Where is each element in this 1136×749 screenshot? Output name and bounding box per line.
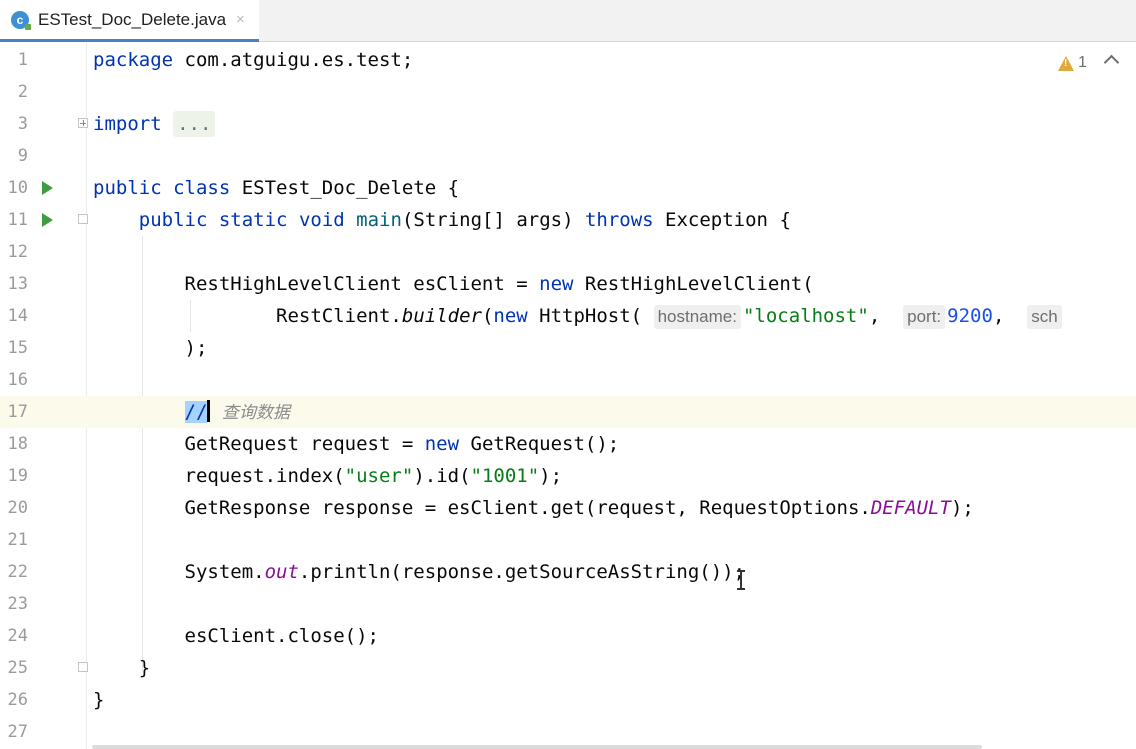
line-number: 1 xyxy=(17,50,28,70)
line-number: 24 xyxy=(7,626,28,646)
code-line[interactable]: 23 xyxy=(0,588,1136,620)
code-line[interactable]: 10 public class ESTest_Doc_Delete { xyxy=(0,172,1136,204)
code-line[interactable]: 25 } xyxy=(0,652,1136,684)
code-line[interactable]: 18 GetRequest request = new GetRequest()… xyxy=(0,428,1136,460)
code-text: ); xyxy=(184,337,208,359)
line-number: 12 xyxy=(7,242,28,262)
code-line[interactable]: 22 System.out.println(response.getSource… xyxy=(0,556,1136,588)
code-text: } xyxy=(138,657,151,679)
code-text: } xyxy=(93,689,105,711)
code-line-current[interactable]: 17 // 查询数据 xyxy=(0,396,1136,428)
code-line[interactable]: 9 xyxy=(0,140,1136,172)
text-caret xyxy=(207,400,211,422)
line-number: 17 xyxy=(7,402,28,422)
folded-imports[interactable]: ... xyxy=(173,111,216,137)
code-line[interactable]: 13 RestHighLevelClient esClient = new Re… xyxy=(0,268,1136,300)
line-number: 26 xyxy=(7,690,28,710)
line-number: 16 xyxy=(7,370,28,390)
code-line[interactable]: 2 xyxy=(0,76,1136,108)
line-number: 21 xyxy=(7,530,28,550)
code-line[interactable]: 14 RestClient.builder(new HttpHost( host… xyxy=(0,300,1136,332)
editor-tab-bar: c ESTest_Doc_Delete.java × xyxy=(0,0,1136,42)
line-number: 27 xyxy=(7,722,28,742)
code-text: // 查询数据 xyxy=(184,400,290,423)
code-line[interactable]: 3 import ... xyxy=(0,108,1136,140)
line-number: 14 xyxy=(7,306,28,326)
code-text: package com.atguigu.es.test; xyxy=(93,49,414,71)
java-class-icon: c xyxy=(11,10,31,30)
code-line[interactable]: 15 ); xyxy=(0,332,1136,364)
fold-end-icon[interactable] xyxy=(78,662,88,672)
code-text: RestClient.builder(new HttpHost( hostnam… xyxy=(93,300,1064,332)
text-cursor-icon xyxy=(737,570,745,592)
line-number: 13 xyxy=(7,274,28,294)
code-line[interactable]: 27 xyxy=(0,716,1136,748)
code-line[interactable]: 1 package com.atguigu.es.test; xyxy=(0,44,1136,76)
parameter-hint: hostname: xyxy=(653,305,741,329)
code-text: RestHighLevelClient esClient = new RestH… xyxy=(184,273,814,295)
fold-expand-icon[interactable] xyxy=(78,118,88,128)
text-selection: // xyxy=(184,401,208,423)
run-icon[interactable] xyxy=(42,181,53,195)
code-text: GetResponse response = esClient.get(requ… xyxy=(184,497,974,519)
code-line[interactable]: 16 xyxy=(0,364,1136,396)
line-number: 18 xyxy=(7,434,28,454)
parameter-hint: sch xyxy=(1027,305,1062,329)
code-text: esClient.close(); xyxy=(184,625,379,647)
parameter-hint: port: xyxy=(903,305,946,329)
line-number: 20 xyxy=(7,498,28,518)
code-line[interactable]: 20 GetResponse response = esClient.get(r… xyxy=(0,492,1136,524)
fold-collapse-icon[interactable] xyxy=(78,214,88,224)
code-line[interactable]: 12 xyxy=(0,236,1136,268)
code-text: public class ESTest_Doc_Delete { xyxy=(93,177,460,199)
run-icon[interactable] xyxy=(42,213,53,227)
line-number: 25 xyxy=(7,658,28,678)
code-line[interactable]: 24 esClient.close(); xyxy=(0,620,1136,652)
line-number: 22 xyxy=(7,562,28,582)
code-text: import ... xyxy=(93,108,216,140)
line-number: 19 xyxy=(7,466,28,486)
code-line[interactable]: 21 xyxy=(0,524,1136,556)
line-number: 15 xyxy=(7,338,28,358)
code-line[interactable]: 26 } xyxy=(0,684,1136,716)
code-text: System.out.println(response.getSourceAsS… xyxy=(184,561,746,583)
line-number: 10 xyxy=(7,178,28,198)
line-number: 11 xyxy=(7,210,28,230)
tab-estest-doc-delete[interactable]: c ESTest_Doc_Delete.java × xyxy=(0,0,259,42)
line-number: 23 xyxy=(7,594,28,614)
line-number: 2 xyxy=(17,82,28,102)
line-number: 9 xyxy=(17,146,28,166)
code-line[interactable]: 19 request.index("user").id("1001"); xyxy=(0,460,1136,492)
line-number: 3 xyxy=(17,114,28,134)
code-text: public static void main(String[] args) t… xyxy=(138,209,791,231)
close-icon[interactable]: × xyxy=(236,11,245,28)
code-text: request.index("user").id("1001"); xyxy=(184,465,563,487)
tab-filename: ESTest_Doc_Delete.java xyxy=(38,9,227,29)
horizontal-scrollbar[interactable] xyxy=(92,745,982,749)
code-text: GetRequest request = new GetRequest(); xyxy=(184,433,620,455)
code-line[interactable]: 11 public static void main(String[] args… xyxy=(0,204,1136,236)
